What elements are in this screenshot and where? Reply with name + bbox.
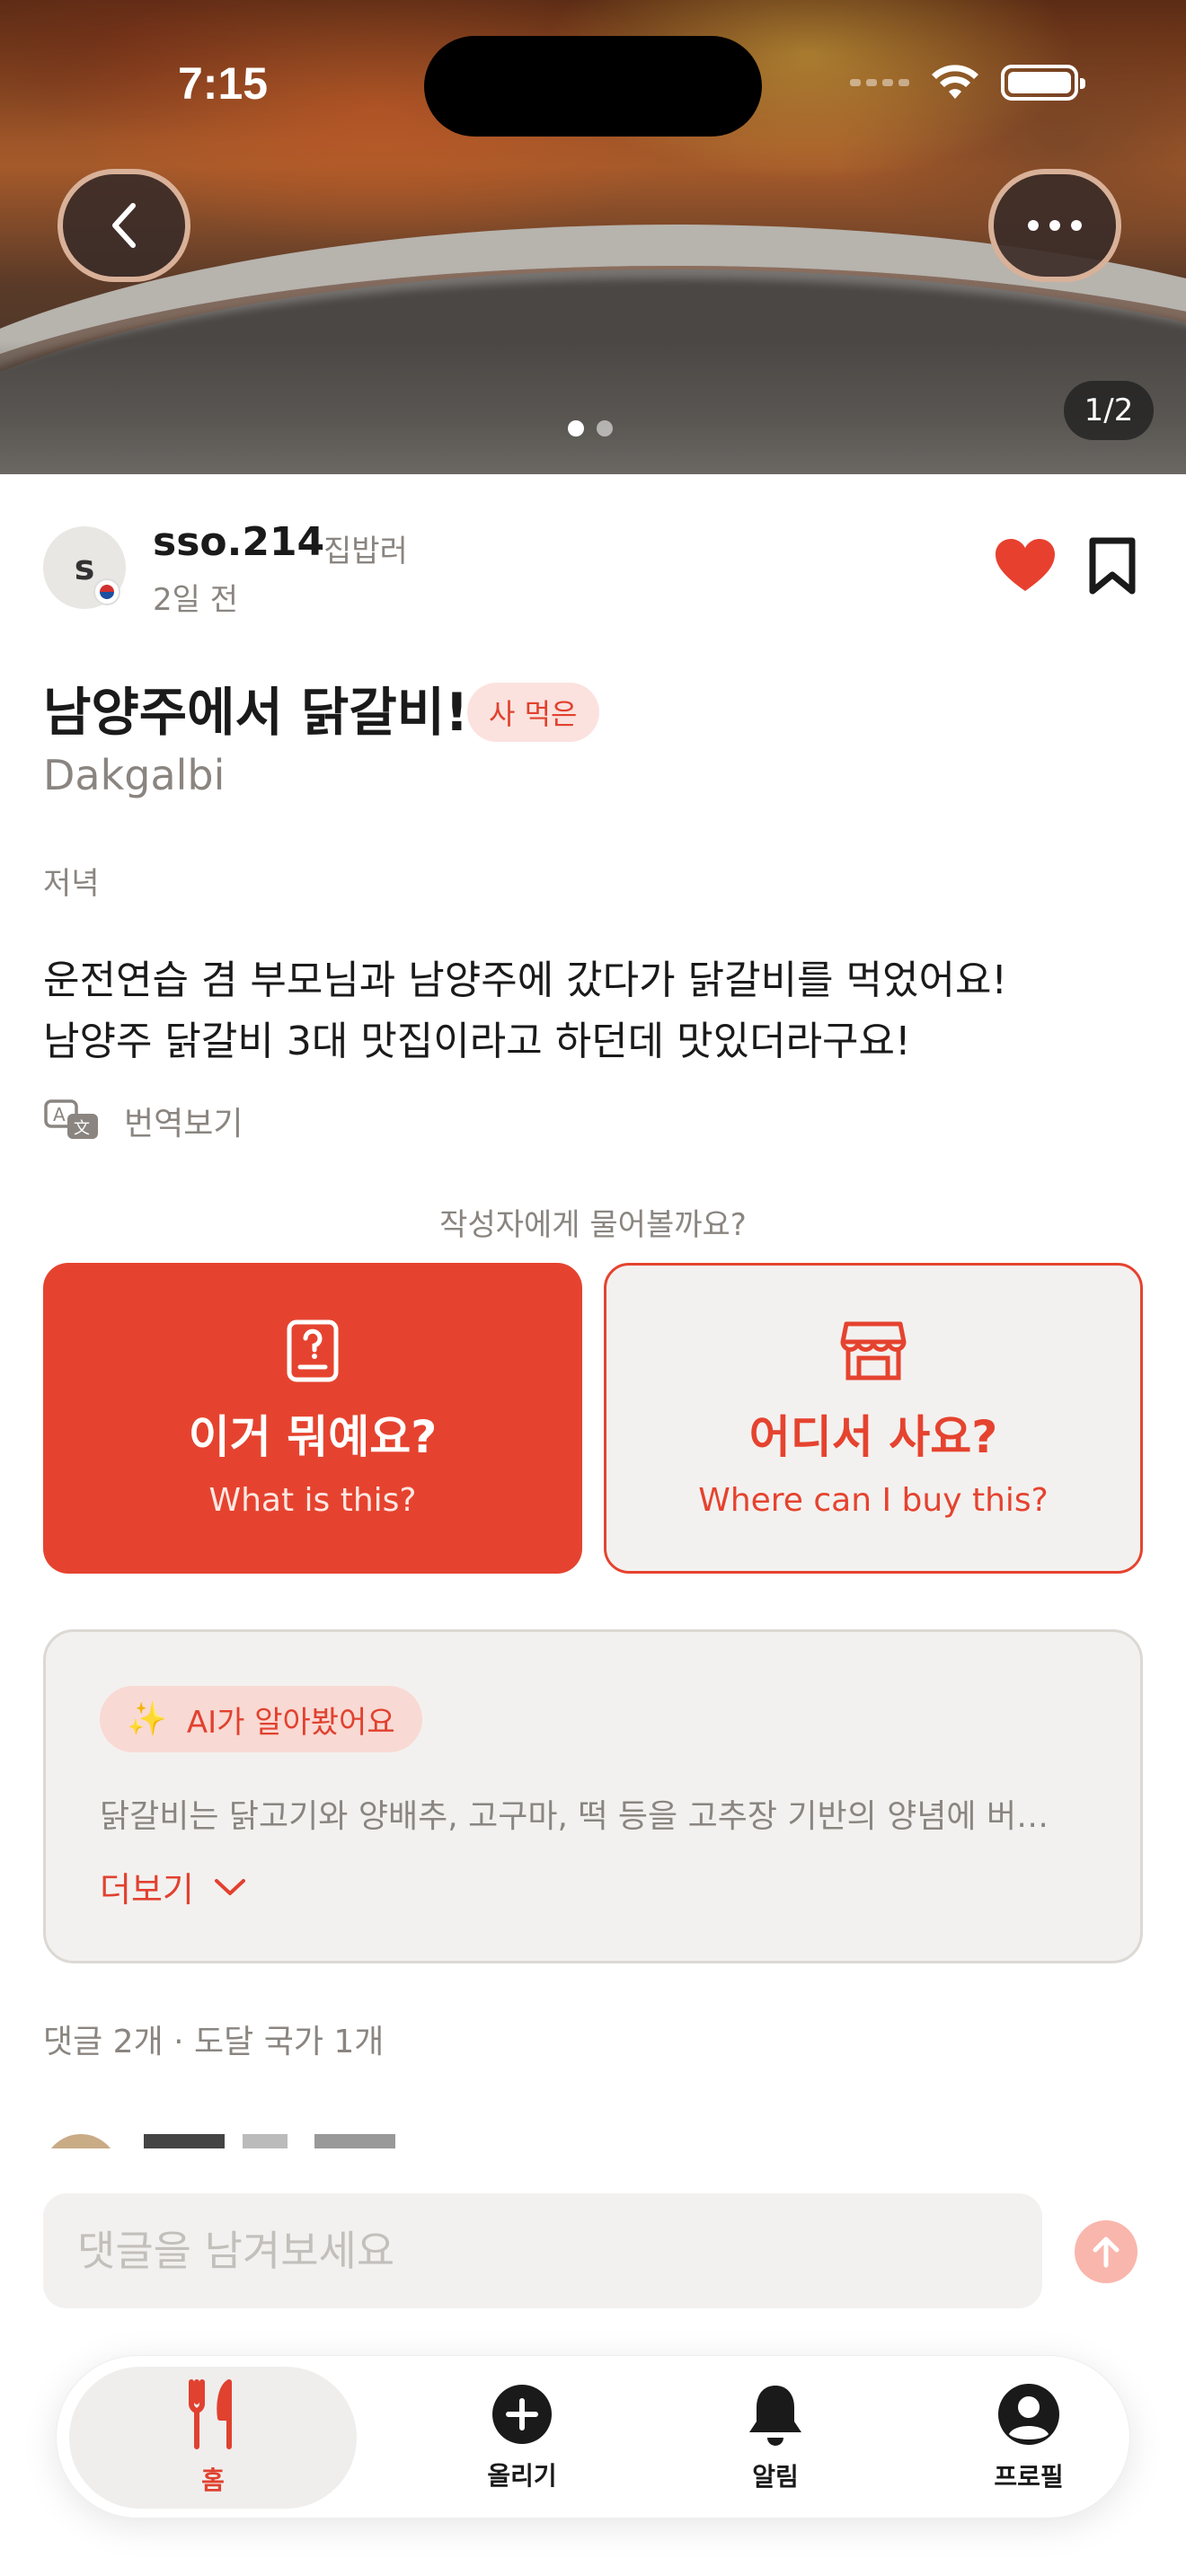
avatar-initial: s — [74, 548, 95, 587]
ask-where-subtitle: Where can I buy this? — [698, 1481, 1049, 1519]
battery-icon — [1001, 65, 1085, 101]
ask-what-title: 이거 뭐예요? — [188, 1410, 438, 1463]
ai-more-button[interactable]: 더보기 — [100, 1862, 246, 1911]
ai-more-label: 더보기 — [100, 1870, 194, 1910]
cellular-signal-icon — [850, 79, 909, 86]
ellipsis-icon — [1028, 220, 1082, 231]
chevron-down-icon — [214, 1878, 245, 1895]
back-button[interactable] — [58, 169, 190, 282]
bookmark-icon — [1089, 537, 1136, 595]
bottom-tab-bar: 홈 올리기 알림 프로필 — [56, 2355, 1130, 2519]
ask-where-to-buy-button[interactable]: 어디서 사요? Where can I buy this? — [604, 1263, 1143, 1574]
translate-label: 번역보기 — [124, 1106, 243, 1142]
tab-alerts-label: 알림 — [752, 2462, 799, 2492]
post-detail-screen: 7:15 1/2 s sso.214 집밥러 2일 전 남양주에서 닭갈비! 사… — [0, 0, 1186, 2576]
ai-summary-text: 닭갈비는 닭고기와 양배추, 고구마, 떡 등을 고추장 기반의 양념에 버… — [100, 1798, 1049, 1835]
bookmark-button[interactable] — [1087, 535, 1137, 596]
post-body-line: 남양주 닭갈비 3대 맛집이라고 하던데 맛있더라구요! — [43, 1019, 911, 1064]
post-title: 남양주에서 닭갈비! — [43, 682, 469, 743]
meal-type: 저녁 — [43, 866, 100, 902]
post-time: 2일 전 — [153, 582, 238, 618]
more-options-button[interactable] — [988, 169, 1121, 282]
dish-name: Dakgalbi — [43, 751, 226, 799]
translate-icon: A 文 — [44, 1099, 98, 1139]
ai-badge: ✨ AI가 알아봤어요 — [100, 1686, 422, 1752]
like-button[interactable] — [994, 537, 1057, 595]
tab-home[interactable]: 홈 — [69, 2367, 357, 2509]
post-body-line: 운전연습 겸 부모님과 남양주에 갔다가 닭갈비를 먹었어요! — [43, 957, 1008, 1003]
heart-icon — [996, 539, 1055, 591]
comment-stats: 댓글 2개 · 도달 국가 1개 — [43, 2024, 385, 2060]
sparkles-icon: ✨ — [127, 1701, 167, 1738]
tab-profile-label: 프로필 — [994, 2462, 1064, 2492]
ask-caption: 작성자에게 물어볼까요? — [439, 1207, 747, 1243]
tab-profile[interactable]: 프로필 — [885, 2367, 1173, 2509]
ask-what-is-this-button[interactable]: 이거 뭐예요? What is this? — [43, 1263, 582, 1574]
photo-floor — [0, 341, 1186, 474]
plus-circle-icon — [492, 2385, 552, 2444]
ai-summary-card: ✨ AI가 알아봤어요 닭갈비는 닭고기와 양배추, 고구마, 떡 등을 고추장… — [43, 1629, 1143, 1963]
translate-button[interactable]: A 文 번역보기 — [43, 1098, 243, 1144]
tab-alerts[interactable]: 알림 — [632, 2367, 919, 2509]
question-document-icon — [287, 1319, 339, 1381]
chevron-left-icon — [112, 203, 136, 248]
user-circle-icon — [998, 2384, 1059, 2445]
status-time: 7:15 — [178, 58, 269, 109]
wifi-icon — [932, 65, 978, 99]
post-body: 운전연습 겸 부모님과 남양주에 갔다가 닭갈비를 먹었어요! 남양주 닭갈비 … — [43, 950, 1157, 1072]
bell-icon — [749, 2386, 801, 2446]
send-comment-button[interactable] — [1075, 2220, 1137, 2283]
fork-knife-icon — [189, 2379, 232, 2449]
comment-input[interactable] — [43, 2193, 1042, 2308]
author-role: 집밥러 — [323, 534, 408, 569]
page-dot-active[interactable] — [568, 420, 584, 437]
arrow-up-icon — [1093, 2236, 1120, 2268]
comment-header-peek — [144, 2134, 395, 2148]
tab-upload[interactable]: 올리기 — [378, 2367, 666, 2509]
photo-page-indicator — [568, 420, 613, 437]
dynamic-island — [424, 36, 762, 137]
tab-upload-label: 올리기 — [487, 2461, 557, 2491]
svg-text:文: 文 — [74, 1119, 90, 1138]
page-dot[interactable] — [597, 420, 613, 437]
author-name[interactable]: sso.214 — [153, 519, 324, 565]
tab-home-label: 홈 — [201, 2466, 225, 2495]
status-indicators — [850, 63, 1085, 102]
country-flag-icon — [93, 578, 120, 605]
store-icon — [840, 1321, 907, 1380]
svg-text:A: A — [53, 1104, 66, 1125]
ask-where-title: 어디서 사요? — [748, 1410, 998, 1463]
post-type-tag: 사 먹은 — [467, 683, 599, 742]
photo-counter: 1/2 — [1064, 381, 1154, 440]
ask-what-subtitle: What is this? — [208, 1481, 417, 1519]
ai-badge-label: AI가 알아봤어요 — [186, 1704, 395, 1741]
